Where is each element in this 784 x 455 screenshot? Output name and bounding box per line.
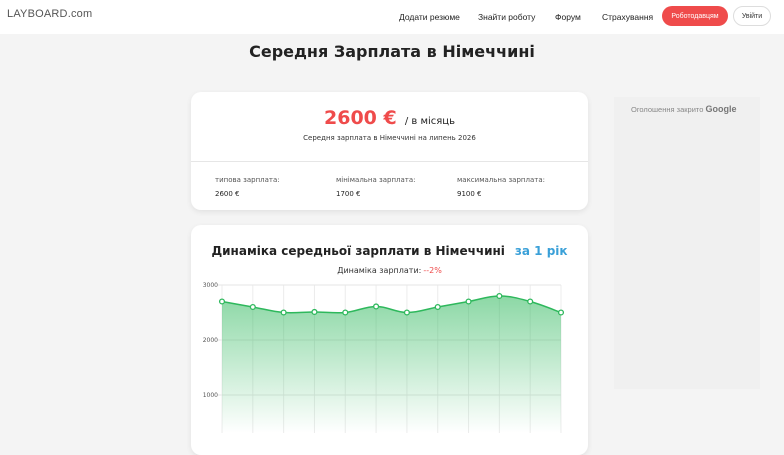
data-point — [403, 309, 410, 316]
data-point — [280, 309, 287, 316]
ad-text: Оголошення закрито — [631, 105, 704, 114]
data-point — [249, 303, 256, 311]
chart-y-ticks: 3000 2000 1000 — [203, 282, 218, 399]
y-tick-label: 2000 — [203, 337, 218, 344]
data-point — [496, 292, 503, 300]
data-point — [311, 308, 318, 316]
data-point — [527, 298, 534, 305]
data-point — [465, 298, 472, 305]
chart-area — [222, 296, 561, 433]
data-point — [434, 303, 441, 311]
data-point — [218, 298, 226, 305]
y-tick-label: 3000 — [203, 282, 218, 289]
data-point — [373, 303, 380, 310]
data-point — [557, 309, 565, 316]
ad-box — [614, 97, 760, 389]
y-tick-label: 1000 — [203, 392, 218, 399]
data-point — [342, 309, 349, 316]
google-logo: Google — [705, 104, 737, 114]
ad-closed-label: Оголошення закрито Google — [631, 104, 737, 114]
